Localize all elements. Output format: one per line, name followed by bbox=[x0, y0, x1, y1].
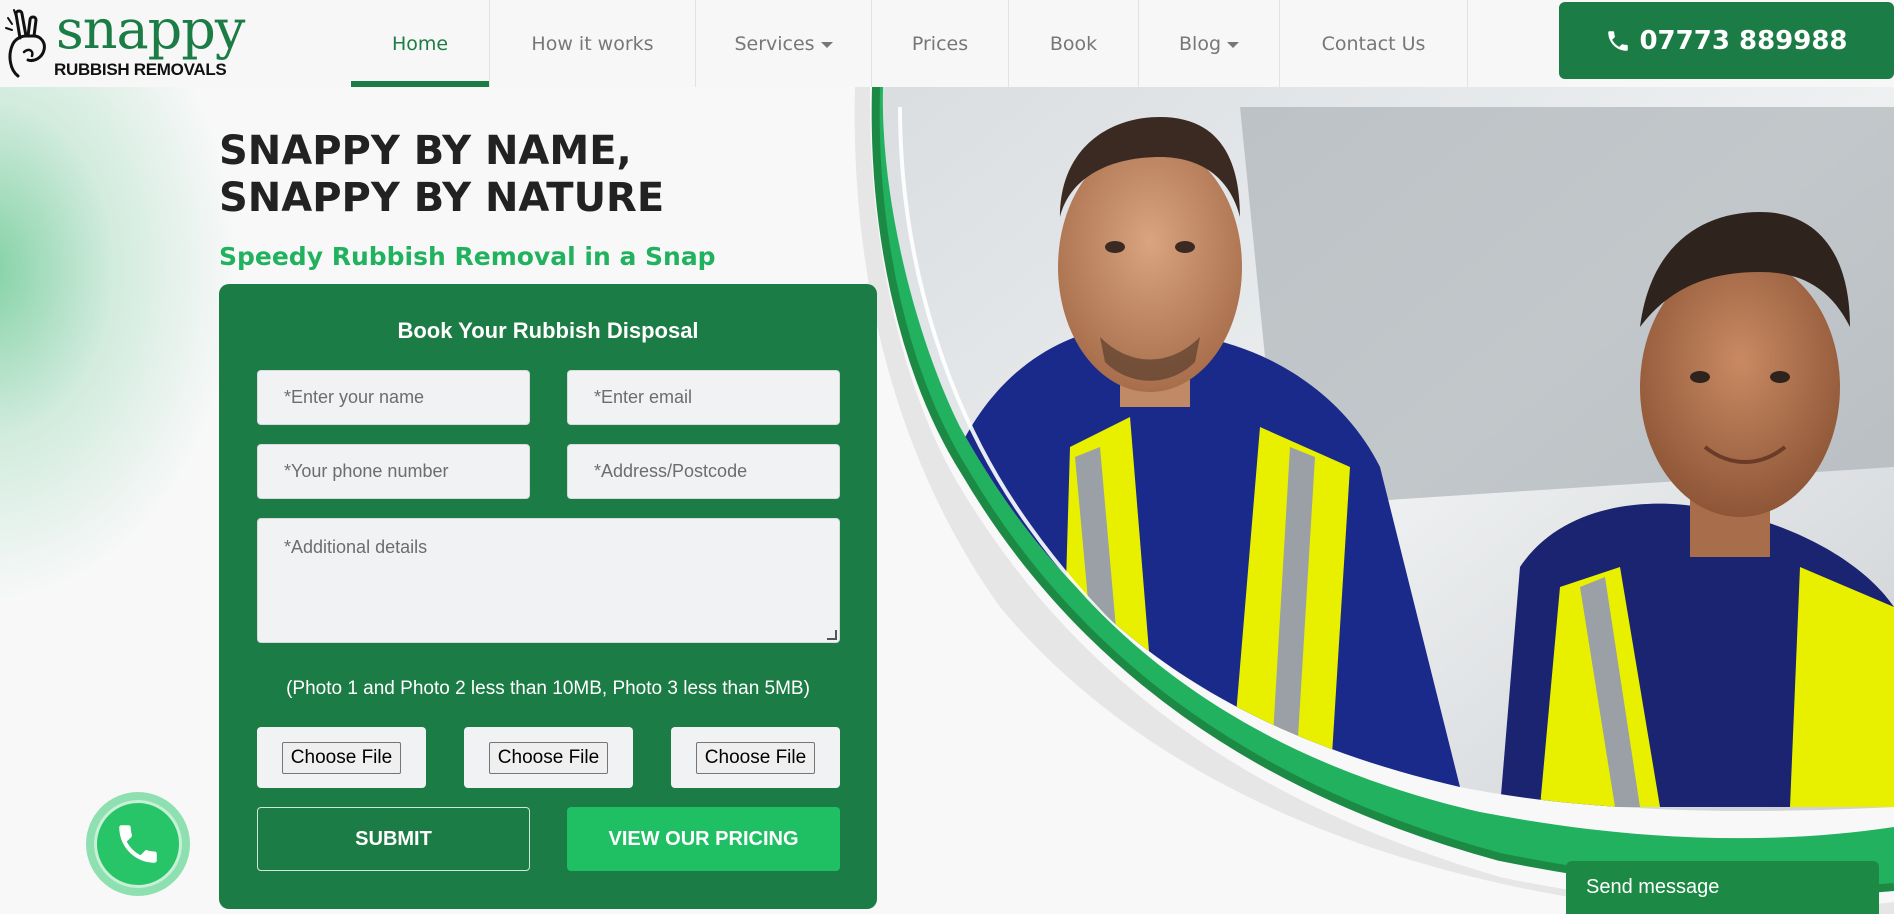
nav-item-prices[interactable]: Prices bbox=[872, 0, 1009, 87]
hero-section: SNAPPY BY NAME, SNAPPY BY NATURE Speedy … bbox=[0, 87, 1894, 914]
chevron-down-icon bbox=[820, 41, 833, 48]
resize-handle-icon[interactable] bbox=[827, 630, 837, 640]
photo-3-choose-file-button[interactable]: Choose File bbox=[695, 741, 816, 774]
nav-label-contact-us: Contact Us bbox=[1321, 32, 1426, 55]
email-placeholder: *Enter email bbox=[594, 387, 693, 407]
nav-item-how-it-works[interactable]: How it works bbox=[490, 0, 696, 87]
phone-placeholder: *Your phone number bbox=[284, 461, 449, 481]
send-message-label: Send message bbox=[1586, 876, 1720, 898]
view-pricing-button[interactable]: VIEW OUR PRICING bbox=[567, 807, 840, 871]
snapping-hand-icon bbox=[5, 9, 46, 78]
nav-label-prices: Prices bbox=[911, 32, 969, 55]
address-placeholder: *Address/Postcode bbox=[594, 461, 748, 481]
photo-size-note: (Photo 1 and Photo 2 less than 10MB, Pho… bbox=[286, 678, 810, 699]
nav-label-services: Services bbox=[734, 32, 815, 55]
photo-2-upload: Choose File bbox=[464, 727, 633, 788]
nav-item-book[interactable]: Book bbox=[1009, 0, 1139, 87]
hero-subheadline: Speedy Rubbish Removal in a Snap bbox=[219, 242, 716, 271]
floating-call-button[interactable] bbox=[86, 792, 190, 896]
photo-1-choose-file-button[interactable]: Choose File bbox=[281, 741, 402, 774]
brand-tagline: RUBBISH REMOVALS bbox=[54, 60, 227, 79]
call-phone-button[interactable]: 07773 889988 bbox=[1559, 2, 1894, 79]
top-navbar: snappy RUBBISH REMOVALS Home How it work… bbox=[0, 0, 1894, 87]
name-field[interactable]: *Enter your name bbox=[257, 370, 530, 425]
call-button-inner bbox=[94, 800, 182, 888]
photo-2-choose-file-button[interactable]: Choose File bbox=[488, 741, 609, 774]
nav-label-how-it-works: How it works bbox=[531, 32, 654, 55]
details-textarea[interactable]: *Additional details bbox=[257, 518, 840, 643]
details-placeholder: *Additional details bbox=[284, 537, 428, 557]
brand-name: snappy bbox=[56, 0, 245, 61]
nav-label-book: Book bbox=[1049, 32, 1098, 55]
form-title: Book Your Rubbish Disposal bbox=[397, 318, 699, 343]
hero-headline-line2: SNAPPY BY NATURE bbox=[219, 175, 665, 221]
phone-number: 07773 889988 bbox=[1639, 25, 1848, 56]
whatsapp-phone-icon bbox=[119, 825, 157, 863]
brand-logo[interactable]: snappy RUBBISH REMOVALS bbox=[4, 0, 245, 82]
hero-headline-line1: SNAPPY BY NAME, bbox=[219, 128, 632, 174]
phone-field[interactable]: *Your phone number bbox=[257, 444, 530, 499]
nav-label-blog: Blog bbox=[1179, 32, 1221, 55]
hero-headline: SNAPPY BY NAME, SNAPPY BY NATURE bbox=[219, 128, 664, 222]
send-message-widget[interactable]: Send message bbox=[1566, 861, 1879, 914]
photo-1-upload: Choose File bbox=[257, 727, 426, 788]
nav-item-home[interactable]: Home bbox=[351, 0, 490, 87]
phone-icon bbox=[1608, 30, 1629, 51]
photo-3-upload: Choose File bbox=[671, 727, 840, 788]
address-field[interactable]: *Address/Postcode bbox=[567, 444, 840, 499]
nav-item-contact-us[interactable]: Contact Us bbox=[1280, 0, 1468, 87]
chevron-down-icon bbox=[1227, 41, 1239, 48]
name-placeholder: *Enter your name bbox=[284, 387, 425, 407]
main-menu: Home How it works Services Prices Book B… bbox=[351, 0, 1468, 87]
submit-button[interactable]: SUBMIT bbox=[257, 807, 530, 871]
email-field[interactable]: *Enter email bbox=[567, 370, 840, 425]
nav-item-services[interactable]: Services bbox=[696, 0, 872, 87]
nav-label-home: Home bbox=[391, 32, 449, 55]
nav-item-blog[interactable]: Blog bbox=[1139, 0, 1280, 87]
booking-form: Book Your Rubbish Disposal *Enter your n… bbox=[219, 284, 877, 909]
